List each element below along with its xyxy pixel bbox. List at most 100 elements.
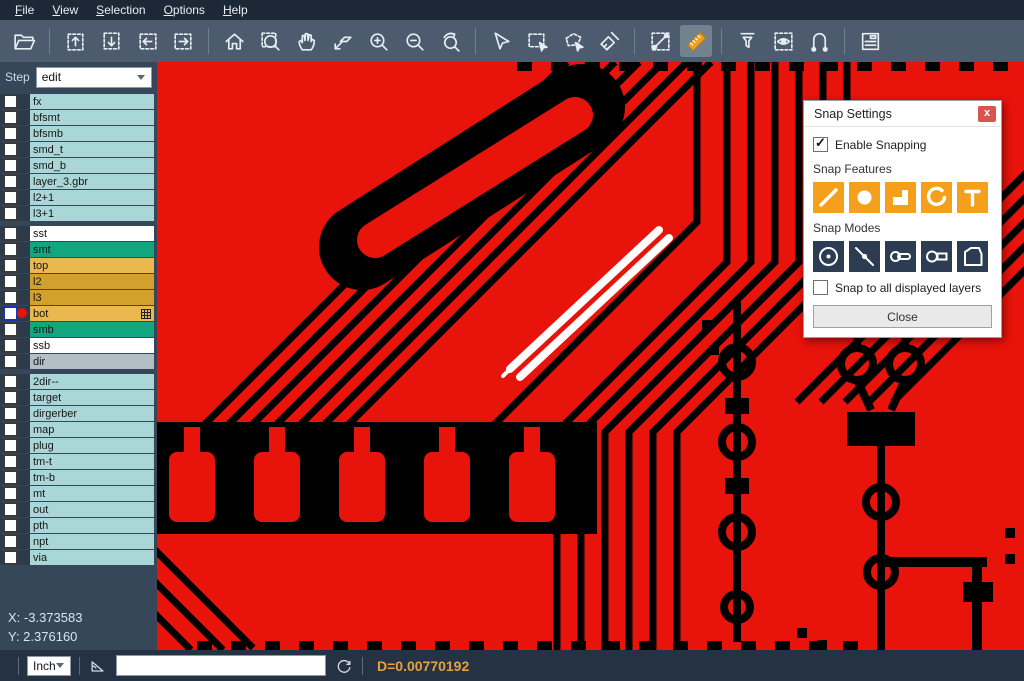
layer-visibility-checkbox[interactable] bbox=[3, 374, 18, 389]
layer-color-bar[interactable]: via bbox=[30, 550, 154, 565]
layer-row[interactable]: out bbox=[0, 502, 157, 517]
layer-row[interactable]: l3 bbox=[0, 290, 157, 305]
enable-snapping-checkbox[interactable] bbox=[813, 137, 828, 152]
layer-color-bar[interactable]: l3 bbox=[30, 290, 154, 305]
command-input[interactable] bbox=[116, 655, 326, 676]
toolbar-button-move-up[interactable] bbox=[59, 25, 91, 57]
layer-visibility-checkbox[interactable] bbox=[3, 470, 18, 485]
menu-options[interactable]: Options bbox=[155, 0, 214, 20]
layer-color-bar[interactable]: smt bbox=[30, 242, 154, 257]
layer-color-bar[interactable]: smb bbox=[30, 322, 154, 337]
layer-visibility-checkbox[interactable] bbox=[3, 142, 18, 157]
layer-color-bar[interactable]: sst bbox=[30, 226, 154, 241]
layer-color-bar[interactable]: l2+1 bbox=[30, 190, 154, 205]
toolbar-button-zoom-out[interactable] bbox=[398, 25, 430, 57]
refresh-icon[interactable] bbox=[334, 656, 354, 676]
layer-row[interactable]: l2 bbox=[0, 274, 157, 289]
toolbar-button-home-view[interactable] bbox=[218, 25, 250, 57]
layer-color-bar[interactable]: npt bbox=[30, 534, 154, 549]
layer-row[interactable]: dirgerber bbox=[0, 406, 157, 421]
toolbar-button-move-right[interactable] bbox=[167, 25, 199, 57]
layer-color-bar[interactable]: l3+1 bbox=[30, 206, 154, 221]
layer-row[interactable]: sst bbox=[0, 226, 157, 241]
toolbar-button-open-file[interactable] bbox=[8, 25, 40, 57]
layer-row[interactable]: npt bbox=[0, 534, 157, 549]
snap-mode-center-button[interactable] bbox=[813, 241, 844, 272]
layer-color-bar[interactable]: bot bbox=[30, 306, 154, 321]
toolbar-button-ruler[interactable] bbox=[680, 25, 712, 57]
layer-visibility-checkbox[interactable] bbox=[3, 126, 18, 141]
layer-visibility-checkbox[interactable] bbox=[3, 534, 18, 549]
toolbar-button-drag-view[interactable] bbox=[326, 25, 358, 57]
layer-row[interactable]: via bbox=[0, 550, 157, 565]
snap-mode-outline-corner-button[interactable] bbox=[957, 241, 988, 272]
layer-visibility-checkbox[interactable] bbox=[3, 354, 18, 369]
layer-visibility-checkbox[interactable] bbox=[3, 306, 18, 321]
toolbar-button-measure-line[interactable] bbox=[644, 25, 676, 57]
layer-visibility-checkbox[interactable] bbox=[3, 242, 18, 257]
snap-mode-closest-point-button[interactable] bbox=[849, 241, 880, 272]
layer-row[interactable]: 2dir-- bbox=[0, 374, 157, 389]
menu-view[interactable]: View bbox=[43, 0, 87, 20]
layer-row[interactable]: smt bbox=[0, 242, 157, 257]
layer-visibility-checkbox[interactable] bbox=[3, 406, 18, 421]
layer-color-bar[interactable]: bfsmb bbox=[30, 126, 154, 141]
layer-visibility-checkbox[interactable] bbox=[3, 338, 18, 353]
toolbar-button-report[interactable] bbox=[854, 25, 886, 57]
layer-visibility-checkbox[interactable] bbox=[3, 206, 18, 221]
layer-visibility-checkbox[interactable] bbox=[3, 290, 18, 305]
layer-visibility-checkbox[interactable] bbox=[3, 502, 18, 517]
toolbar-button-pan[interactable] bbox=[290, 25, 322, 57]
layer-row[interactable]: tm-b bbox=[0, 470, 157, 485]
toolbar-button-filter[interactable] bbox=[731, 25, 763, 57]
layer-color-bar[interactable]: l2 bbox=[30, 274, 154, 289]
menu-selection[interactable]: Selection bbox=[87, 0, 154, 20]
layer-visibility-checkbox[interactable] bbox=[3, 518, 18, 533]
layer-color-bar[interactable]: pth bbox=[30, 518, 154, 533]
layer-visibility-checkbox[interactable] bbox=[3, 226, 18, 241]
layer-row[interactable]: l3+1 bbox=[0, 206, 157, 221]
toolbar-button-zoom-previous[interactable] bbox=[434, 25, 466, 57]
layer-row[interactable]: plug bbox=[0, 438, 157, 453]
layer-color-bar[interactable]: tm-t bbox=[30, 454, 154, 469]
dialog-title-bar[interactable]: Snap Settings x bbox=[804, 101, 1001, 127]
snap-mode-slot-center-button[interactable] bbox=[885, 241, 916, 272]
toolbar-button-select-cursor[interactable] bbox=[485, 25, 517, 57]
dialog-close-button[interactable]: Close bbox=[813, 305, 992, 328]
toolbar-button-view-objects[interactable] bbox=[767, 25, 799, 57]
angle-tool-icon[interactable] bbox=[88, 656, 108, 676]
unit-select[interactable]: Inch bbox=[27, 656, 71, 676]
layer-visibility-checkbox[interactable] bbox=[3, 454, 18, 469]
toolbar-button-route-path[interactable] bbox=[803, 25, 835, 57]
layer-color-bar[interactable]: plug bbox=[30, 438, 154, 453]
layer-row[interactable]: bfsmt bbox=[0, 110, 157, 125]
layer-visibility-checkbox[interactable] bbox=[3, 274, 18, 289]
snap-feature-pad-button[interactable] bbox=[849, 182, 880, 213]
layer-visibility-checkbox[interactable] bbox=[3, 390, 18, 405]
layer-color-bar[interactable]: target bbox=[30, 390, 154, 405]
layer-visibility-checkbox[interactable] bbox=[3, 258, 18, 273]
layer-row[interactable]: smd_t bbox=[0, 142, 157, 157]
layer-row[interactable]: bfsmb bbox=[0, 126, 157, 141]
layer-row[interactable]: fx bbox=[0, 94, 157, 109]
layer-visibility-checkbox[interactable] bbox=[3, 190, 18, 205]
layer-visibility-checkbox[interactable] bbox=[3, 322, 18, 337]
layer-row[interactable]: bot bbox=[0, 306, 157, 321]
layer-color-bar[interactable]: smd_t bbox=[30, 142, 154, 157]
dialog-close-x-button[interactable]: x bbox=[978, 106, 996, 122]
toolbar-button-move-down[interactable] bbox=[95, 25, 127, 57]
layer-visibility-checkbox[interactable] bbox=[3, 174, 18, 189]
menu-file[interactable]: File bbox=[6, 0, 43, 20]
toolbar-button-rectangle-select[interactable] bbox=[521, 25, 553, 57]
toolbar-button-zoom-window[interactable] bbox=[254, 25, 286, 57]
layer-color-bar[interactable]: 2dir-- bbox=[30, 374, 154, 389]
layer-visibility-checkbox[interactable] bbox=[3, 110, 18, 125]
snap-feature-text-button[interactable] bbox=[957, 182, 988, 213]
layer-color-bar[interactable]: fx bbox=[30, 94, 154, 109]
layer-row[interactable]: dir bbox=[0, 354, 157, 369]
toolbar-button-clean-brush[interactable] bbox=[593, 25, 625, 57]
layer-row[interactable]: mt bbox=[0, 486, 157, 501]
layer-row[interactable]: layer_3.gbr bbox=[0, 174, 157, 189]
layer-color-bar[interactable]: tm-b bbox=[30, 470, 154, 485]
layer-row[interactable]: l2+1 bbox=[0, 190, 157, 205]
